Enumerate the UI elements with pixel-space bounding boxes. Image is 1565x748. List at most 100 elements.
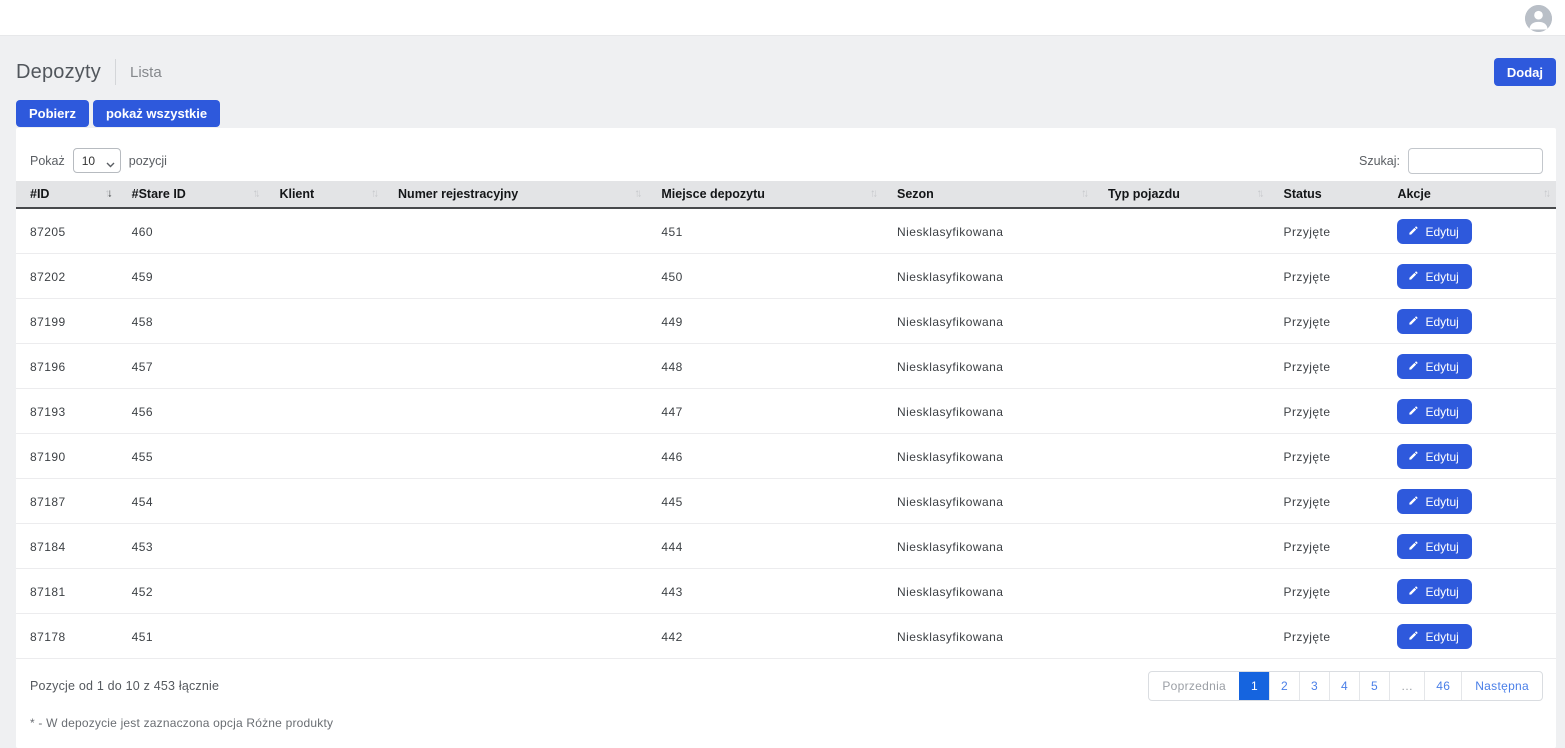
- table-row: 87199 458 449 Niesklasyfikowana Przyjęte…: [16, 299, 1556, 344]
- cell-actions: Edytuj: [1383, 434, 1556, 479]
- edit-button[interactable]: Edytuj: [1397, 534, 1471, 559]
- cell-old-id: 455: [118, 434, 266, 479]
- sort-icon: ↑↓: [105, 188, 113, 199]
- edit-button[interactable]: Edytuj: [1397, 219, 1471, 244]
- cell-status: Przyjęte: [1270, 208, 1384, 254]
- breadcrumb: Lista: [130, 64, 162, 81]
- edit-button[interactable]: Edytuj: [1397, 489, 1471, 514]
- edit-button[interactable]: Edytuj: [1397, 624, 1471, 649]
- user-avatar[interactable]: [1525, 5, 1552, 32]
- column-header-season[interactable]: Sezon↑↓: [883, 181, 1094, 208]
- search-input[interactable]: [1408, 148, 1543, 174]
- cell-actions: Edytuj: [1383, 299, 1556, 344]
- sort-icon: ↑↓: [634, 188, 642, 199]
- pagination-page-1[interactable]: 1: [1239, 672, 1269, 700]
- cell-client: [265, 569, 384, 614]
- cell-vehicle-type: [1094, 344, 1270, 389]
- cell-status: Przyjęte: [1270, 344, 1384, 389]
- pencil-icon: [1408, 585, 1419, 599]
- column-header-reg-number[interactable]: Numer rejestracyjny↑↓: [384, 181, 647, 208]
- cell-status: Przyjęte: [1270, 569, 1384, 614]
- cell-vehicle-type: [1094, 569, 1270, 614]
- edit-button[interactable]: Edytuj: [1397, 354, 1471, 379]
- page-size-select[interactable]: 10: [73, 148, 121, 173]
- page-size-select-wrap: 10: [73, 148, 121, 173]
- column-header-actions[interactable]: Akcje↑↓: [1383, 181, 1556, 208]
- cell-status: Przyjęte: [1270, 434, 1384, 479]
- cell-season: Niesklasyfikowana: [883, 524, 1094, 569]
- search-control: Szukaj:: [1359, 148, 1543, 174]
- pencil-icon: [1408, 495, 1419, 509]
- table-row: 87178 451 442 Niesklasyfikowana Przyjęte…: [16, 614, 1556, 659]
- pencil-icon: [1408, 540, 1419, 554]
- column-header-place[interactable]: Miejsce depozytu↑↓: [647, 181, 883, 208]
- cell-actions: Edytuj: [1383, 208, 1556, 254]
- pagination-page-2[interactable]: 2: [1269, 672, 1299, 700]
- edit-button[interactable]: Edytuj: [1397, 309, 1471, 334]
- cell-client: [265, 479, 384, 524]
- cell-place: 449: [647, 299, 883, 344]
- cell-reg-number: [384, 434, 647, 479]
- edit-button[interactable]: Edytuj: [1397, 399, 1471, 424]
- cell-id: 87178: [16, 614, 118, 659]
- cell-season: Niesklasyfikowana: [883, 344, 1094, 389]
- pagination-page-5[interactable]: 5: [1359, 672, 1389, 700]
- cell-vehicle-type: [1094, 208, 1270, 254]
- cell-place: 445: [647, 479, 883, 524]
- title-group: Depozyty Lista: [16, 59, 162, 85]
- sort-icon: ↑↓: [1081, 188, 1089, 199]
- download-button[interactable]: Pobierz: [16, 100, 89, 127]
- column-header-client[interactable]: Klient↑↓: [265, 181, 384, 208]
- cell-place: 442: [647, 614, 883, 659]
- cell-vehicle-type: [1094, 389, 1270, 434]
- cell-old-id: 460: [118, 208, 266, 254]
- cell-client: [265, 524, 384, 569]
- pagination-previous[interactable]: Poprzednia: [1149, 672, 1239, 700]
- column-header-id[interactable]: #ID↑↓: [16, 181, 118, 208]
- pencil-icon: [1408, 630, 1419, 644]
- cell-reg-number: [384, 524, 647, 569]
- pagination-page-3[interactable]: 3: [1299, 672, 1329, 700]
- cell-place: 444: [647, 524, 883, 569]
- cell-status: Przyjęte: [1270, 254, 1384, 299]
- cell-id: 87199: [16, 299, 118, 344]
- cell-old-id: 457: [118, 344, 266, 389]
- user-icon: [1525, 5, 1552, 32]
- cell-id: 87202: [16, 254, 118, 299]
- cell-old-id: 456: [118, 389, 266, 434]
- cell-season: Niesklasyfikowana: [883, 208, 1094, 254]
- table-header-row: #ID↑↓ #Stare ID↑↓ Klient↑↓ Numer rejestr…: [16, 181, 1556, 208]
- table-row: 87184 453 444 Niesklasyfikowana Przyjęte…: [16, 524, 1556, 569]
- cell-client: [265, 434, 384, 479]
- cell-old-id: 452: [118, 569, 266, 614]
- cell-reg-number: [384, 389, 647, 434]
- cell-reg-number: [384, 569, 647, 614]
- cell-vehicle-type: [1094, 434, 1270, 479]
- edit-button[interactable]: Edytuj: [1397, 579, 1471, 604]
- pencil-icon: [1408, 405, 1419, 419]
- show-all-button[interactable]: pokaż wszystkie: [93, 100, 220, 127]
- cell-client: [265, 208, 384, 254]
- cell-vehicle-type: [1094, 479, 1270, 524]
- cell-vehicle-type: [1094, 614, 1270, 659]
- column-header-vehicle-type[interactable]: Typ pojazdu↑↓: [1094, 181, 1270, 208]
- edit-button[interactable]: Edytuj: [1397, 264, 1471, 289]
- column-header-old-id[interactable]: #Stare ID↑↓: [118, 181, 266, 208]
- cell-actions: Edytuj: [1383, 344, 1556, 389]
- cell-place: 443: [647, 569, 883, 614]
- table-row: 87190 455 446 Niesklasyfikowana Przyjęte…: [16, 434, 1556, 479]
- cell-season: Niesklasyfikowana: [883, 614, 1094, 659]
- add-button[interactable]: Dodaj: [1494, 58, 1556, 86]
- pagination-page-4[interactable]: 4: [1329, 672, 1359, 700]
- page-title: Depozyty: [16, 61, 101, 84]
- cell-actions: Edytuj: [1383, 569, 1556, 614]
- column-header-status: Status: [1270, 181, 1384, 208]
- edit-button[interactable]: Edytuj: [1397, 444, 1471, 469]
- cell-client: [265, 344, 384, 389]
- table-footer: Pozycje od 1 do 10 z 453 łącznie Poprzed…: [16, 671, 1556, 701]
- main-content: Depozyty Lista Dodaj Pobierz pokaż wszys…: [0, 57, 1565, 748]
- cell-actions: Edytuj: [1383, 524, 1556, 569]
- pagination-page-46[interactable]: 46: [1424, 672, 1461, 700]
- pagination-next[interactable]: Następna: [1461, 672, 1542, 700]
- pencil-icon: [1408, 225, 1419, 239]
